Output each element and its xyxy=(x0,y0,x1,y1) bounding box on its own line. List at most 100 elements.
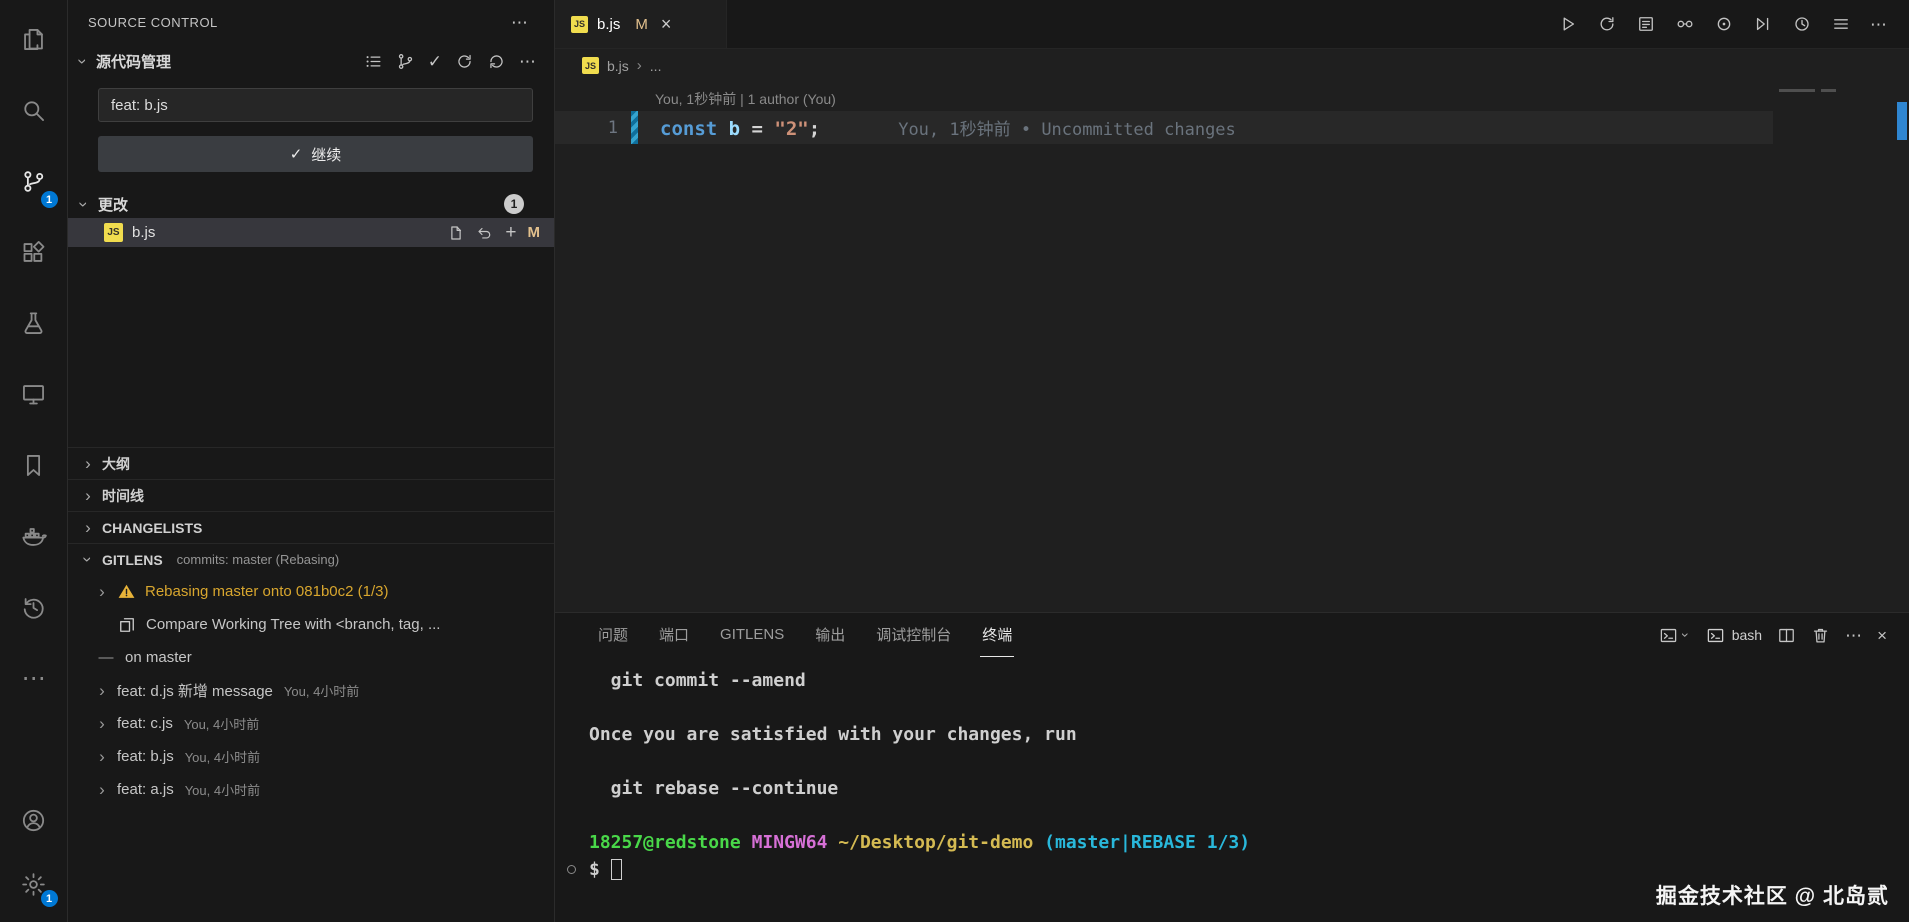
commit-row[interactable]: › feat: a.js You, 4小时前 xyxy=(68,773,554,806)
compare-icon xyxy=(117,615,137,635)
new-terminal-button[interactable]: › xyxy=(1659,626,1691,645)
panel-tab-ports[interactable]: 端口 xyxy=(657,613,691,657)
gitlens-rebase-warning-row[interactable]: › Rebasing master onto 081b0c2 (1/3) xyxy=(68,575,554,608)
breadcrumb-more[interactable]: ... xyxy=(650,58,662,74)
commit-row[interactable]: › feat: d.js 新增 message You, 4小时前 xyxy=(68,674,554,707)
tab-bar: JS b.js M × ⋯ xyxy=(555,0,1909,49)
chevron-right-icon: › xyxy=(96,748,108,765)
tab-bjs[interactable]: JS b.js M × xyxy=(555,0,727,48)
close-icon[interactable]: × xyxy=(661,15,672,33)
terminal-cursor xyxy=(611,859,622,880)
editor: You, 1秒钟前 | 1 author (You) 1 const b = "… xyxy=(555,82,1909,612)
scm-provider-header[interactable]: › 源代码管理 ✓ ⋯ xyxy=(68,44,554,78)
source-control-icon[interactable]: 1 xyxy=(0,146,68,217)
js-file-icon: JS xyxy=(582,57,599,74)
gitlens-codelens[interactable]: You, 1秒钟前 | 1 author (You) xyxy=(655,87,1773,111)
chevron-down-icon: › xyxy=(75,55,92,67)
scm-header-actions: ✓ ⋯ xyxy=(364,52,536,71)
commit-message-input[interactable] xyxy=(98,88,533,122)
chevron-down-icon: › xyxy=(80,554,97,566)
scrollbar-overview-ruler[interactable] xyxy=(1895,82,1909,612)
pane-changelists-label: CHANGELISTS xyxy=(102,520,202,536)
docker-icon[interactable] xyxy=(0,501,68,572)
pane-timeline[interactable]: › 时间线 xyxy=(68,479,554,511)
editor-area: JS b.js M × ⋯ JS b.js › ... xyxy=(555,0,1909,922)
refresh-icon[interactable] xyxy=(455,52,474,71)
panel-tab-terminal[interactable]: 终端 xyxy=(980,613,1014,657)
panel-tab-gitlens[interactable]: GITLENS xyxy=(718,613,786,657)
panel-tab-output[interactable]: 输出 xyxy=(813,613,847,657)
pane-timeline-label: 时间线 xyxy=(102,486,144,506)
remote-monitor-icon[interactable] xyxy=(0,359,68,430)
pane-changelists[interactable]: › CHANGELISTS xyxy=(68,511,554,543)
branch-dash-icon: — xyxy=(96,649,116,666)
changed-file-name: b.js xyxy=(132,224,155,241)
target-icon[interactable] xyxy=(1714,14,1734,34)
chevron-right-icon: › xyxy=(96,715,108,732)
commit-check-icon[interactable]: ✓ xyxy=(428,53,442,70)
gitlens-compare-row[interactable]: › Compare Working Tree with <branch, tag… xyxy=(68,608,554,641)
explorer-icon[interactable] xyxy=(0,4,68,75)
settings-gear-icon[interactable]: 1 xyxy=(0,852,68,916)
inline-blame: You, 1秒钟前 • Uncommitted changes xyxy=(898,120,1236,140)
more-actions-icon[interactable]: ⋯ xyxy=(1870,16,1887,33)
panel-more-icon[interactable]: ⋯ xyxy=(1845,627,1862,644)
run-to-icon[interactable] xyxy=(1753,14,1773,34)
output-icon[interactable] xyxy=(1636,14,1656,34)
chevron-right-icon: › xyxy=(82,519,94,536)
run-icon[interactable] xyxy=(1558,14,1578,34)
sync-icon[interactable] xyxy=(487,52,506,71)
panel-tab-problems[interactable]: 问题 xyxy=(596,613,630,657)
code-line-1[interactable]: 1 const b = "2";You, 1秒钟前 • Uncommitted … xyxy=(555,111,1773,144)
pane-gitlens[interactable]: › GITLENS commits: master (Rebasing) xyxy=(68,543,554,575)
menu-icon[interactable] xyxy=(1831,14,1851,34)
code-view[interactable]: You, 1秒钟前 | 1 author (You) 1 const b = "… xyxy=(555,82,1773,612)
changed-file-row[interactable]: JS b.js + M xyxy=(68,218,554,247)
terminal-input-line[interactable]: $ xyxy=(589,856,1889,883)
close-panel-icon[interactable]: × xyxy=(1877,627,1887,644)
minimap[interactable] xyxy=(1773,82,1895,612)
source-control-graph-icon[interactable] xyxy=(396,52,415,71)
view-as-list-icon[interactable] xyxy=(364,52,383,71)
changes-section-header[interactable]: › 更改 1 xyxy=(68,190,554,218)
sidebar-source-control: SOURCE CONTROL ⋯ › 源代码管理 ✓ ⋯ ✓ 继续 › 更改 1 xyxy=(68,0,555,922)
gitlens-branch-row[interactable]: — on master xyxy=(68,641,554,674)
sidebar-empty-space xyxy=(68,247,554,447)
discard-changes-icon[interactable] xyxy=(476,224,494,242)
more-views-icon[interactable]: ⋯ xyxy=(0,643,68,714)
kill-terminal-icon[interactable] xyxy=(1811,626,1830,645)
commit-message: feat: b.js xyxy=(117,748,174,765)
prompt-symbol: $ xyxy=(589,856,600,883)
modified-gutter-marker xyxy=(631,111,638,144)
breadcrumb[interactable]: JS b.js › ... xyxy=(555,49,1909,82)
terminal-instance-bash[interactable]: bash xyxy=(1706,626,1762,645)
panel-tab-debug-console[interactable]: 调试控制台 xyxy=(874,613,953,657)
scm-more-icon[interactable]: ⋯ xyxy=(519,53,536,70)
account-icon[interactable] xyxy=(0,788,68,852)
sync-icon[interactable] xyxy=(1597,14,1617,34)
sidebar-more-icon[interactable]: ⋯ xyxy=(511,14,528,31)
commit-row[interactable]: › feat: b.js You, 4小时前 xyxy=(68,740,554,773)
terminal-icon xyxy=(1706,626,1725,645)
split-terminal-icon[interactable] xyxy=(1777,626,1796,645)
commit-message: feat: a.js xyxy=(117,781,174,798)
search-icon[interactable] xyxy=(0,75,68,146)
extensions-icon[interactable] xyxy=(0,217,68,288)
test-flask-icon[interactable] xyxy=(0,288,68,359)
timeline-clock-icon[interactable] xyxy=(1792,14,1812,34)
commit-message: feat: d.js 新增 message xyxy=(117,680,273,701)
pane-gitlens-description: commits: master (Rebasing) xyxy=(177,552,340,567)
commit-row[interactable]: › feat: c.js You, 4小时前 xyxy=(68,707,554,740)
pane-outline[interactable]: › 大纲 xyxy=(68,447,554,479)
bookmarks-icon[interactable] xyxy=(0,430,68,501)
tab-label: b.js xyxy=(597,16,620,33)
stage-changes-icon[interactable]: + xyxy=(505,223,516,242)
line-number: 1 xyxy=(555,118,618,138)
history-icon[interactable] xyxy=(0,572,68,643)
terminal-line: git rebase --continue xyxy=(589,775,1889,802)
breadcrumb-file[interactable]: b.js xyxy=(607,58,629,74)
continue-button[interactable]: ✓ 继续 xyxy=(98,136,533,172)
open-changes-icon[interactable] xyxy=(1675,14,1695,34)
sidebar-titlebar: SOURCE CONTROL ⋯ xyxy=(68,0,554,44)
open-file-icon[interactable] xyxy=(447,224,465,242)
